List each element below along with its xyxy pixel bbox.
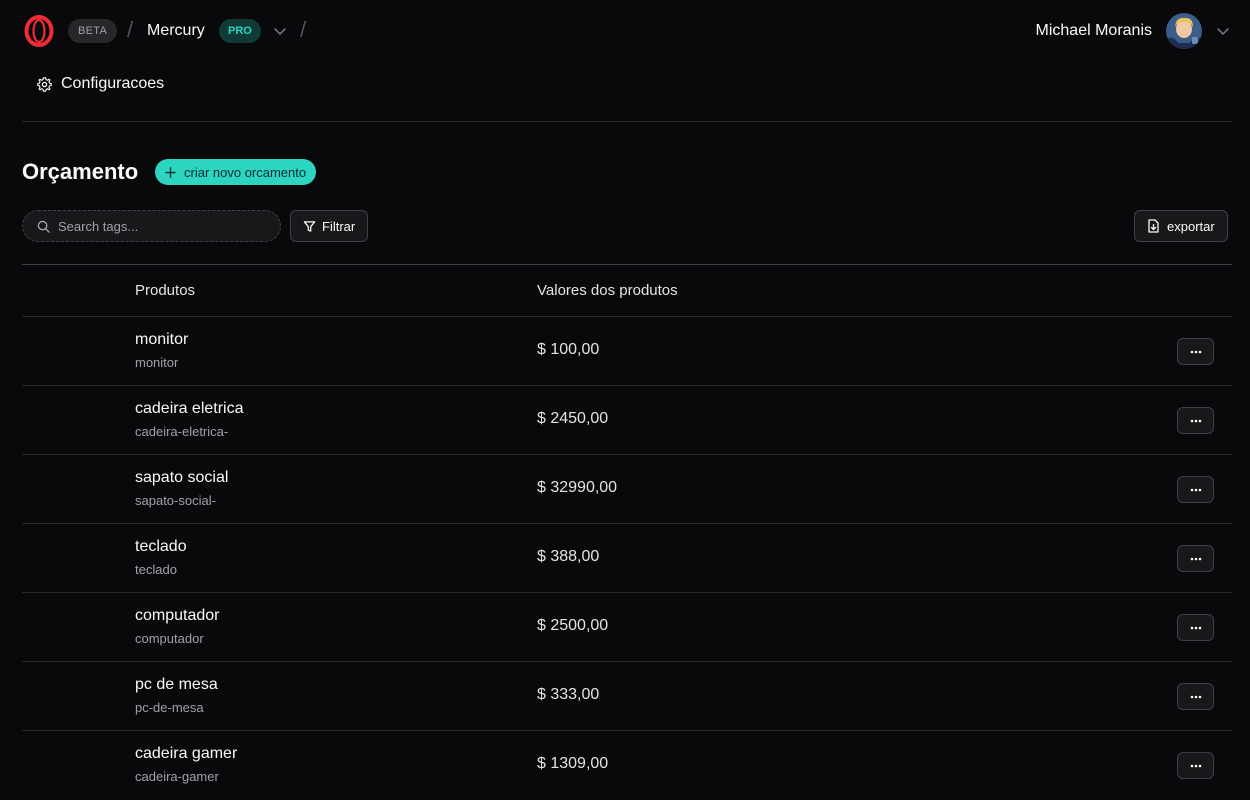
more-horizontal-icon	[1190, 419, 1201, 422]
more-horizontal-icon	[1190, 557, 1201, 560]
row-actions-button[interactable]	[1177, 407, 1214, 434]
product-slug: monitor	[135, 355, 179, 370]
column-header-values[interactable]: Valores dos produtos	[537, 282, 678, 299]
row-actions-button[interactable]	[1177, 614, 1214, 641]
file-export-icon	[1148, 219, 1159, 233]
product-price: $ 333,00	[537, 686, 600, 703]
beta-badge: BETA	[68, 19, 118, 43]
product-slug: sapato-social-	[135, 493, 216, 508]
row-actions-button[interactable]	[1177, 476, 1214, 503]
more-horizontal-icon	[1190, 350, 1201, 353]
more-horizontal-icon	[1190, 695, 1201, 698]
product-price: $ 100,00	[537, 341, 600, 358]
product-slug: computador	[135, 631, 204, 646]
chevron-down-icon[interactable]	[271, 22, 289, 40]
more-horizontal-icon	[1190, 764, 1201, 767]
product-name: teclado	[135, 538, 187, 555]
plan-badge: PRO	[219, 19, 261, 43]
more-horizontal-icon	[1190, 488, 1201, 491]
row-actions-button[interactable]	[1177, 338, 1214, 365]
table-row[interactable]: pc de mesa pc-de-mesa $ 333,00	[22, 662, 1232, 731]
breadcrumb-separator: /	[300, 17, 307, 42]
create-button-label: criar novo orcamento	[184, 164, 307, 180]
product-name: pc de mesa	[135, 676, 218, 693]
product-name: monitor	[135, 331, 189, 348]
create-budget-button[interactable]: criar novo orcamento	[155, 159, 317, 185]
table-row[interactable]: teclado teclado $ 388,00	[22, 524, 1232, 593]
export-button[interactable]: exportar	[1134, 210, 1228, 242]
filter-icon	[303, 220, 316, 232]
filter-button[interactable]: Filtrar	[290, 210, 369, 242]
export-button-label: exportar	[1167, 218, 1215, 234]
products-table: Produtos Valores dos produtos monitor mo…	[22, 264, 1232, 800]
row-actions-button[interactable]	[1177, 752, 1214, 779]
column-header-products[interactable]: Produtos	[135, 282, 195, 299]
row-actions-button[interactable]	[1177, 683, 1214, 710]
plus-icon	[165, 166, 176, 178]
search-input[interactable]	[58, 218, 258, 234]
product-name: cadeira eletrica	[135, 400, 244, 417]
chevron-down-icon[interactable]	[1214, 22, 1232, 40]
nav-item-label: Configuracoes	[61, 75, 165, 92]
product-name: sapato social	[135, 469, 229, 486]
product-price: $ 2450,00	[537, 410, 609, 427]
product-slug: cadeira-eletrica-	[135, 424, 229, 439]
search-field[interactable]	[22, 210, 281, 242]
product-name: computador	[135, 607, 220, 624]
search-icon	[37, 220, 50, 233]
avatar[interactable]	[1166, 13, 1202, 49]
product-name: cadeira gamer	[135, 745, 238, 762]
product-slug: pc-de-mesa	[135, 700, 204, 715]
nav-item-settings[interactable]: Configuracoes	[36, 72, 164, 96]
product-price: $ 1309,00	[537, 755, 609, 772]
product-price: $ 32990,00	[537, 479, 618, 496]
filter-button-label: Filtrar	[322, 218, 356, 234]
table-row[interactable]: computador computador $ 2500,00	[22, 593, 1232, 662]
row-actions-button[interactable]	[1177, 545, 1214, 572]
gear-icon	[37, 76, 52, 92]
product-slug: teclado	[135, 562, 177, 577]
breadcrumb-separator: /	[127, 17, 134, 42]
user-name[interactable]: Michael Moranis	[1036, 20, 1152, 42]
table-row[interactable]: sapato social sapato-social- $ 32990,00	[22, 455, 1232, 524]
product-price: $ 388,00	[537, 548, 600, 565]
product-slug: cadeira-gamer	[135, 769, 219, 784]
table-row[interactable]: monitor monitor $ 100,00	[22, 317, 1232, 386]
table-row[interactable]: cadeira gamer cadeira-gamer $ 1309,00	[22, 731, 1232, 800]
table-row[interactable]: cadeira eletrica cadeira-eletrica- $ 245…	[22, 386, 1232, 455]
page-title: Orçamento	[22, 159, 139, 184]
top-bar: BETA / Mercury PRO / Michael Moranis	[0, 0, 1250, 62]
divider	[22, 121, 1232, 122]
more-horizontal-icon	[1190, 626, 1201, 629]
table-header: Produtos Valores dos produtos	[22, 265, 1232, 317]
workspace-name[interactable]: Mercury	[147, 20, 205, 42]
product-price: $ 2500,00	[537, 617, 609, 634]
app-logo[interactable]	[24, 15, 54, 47]
